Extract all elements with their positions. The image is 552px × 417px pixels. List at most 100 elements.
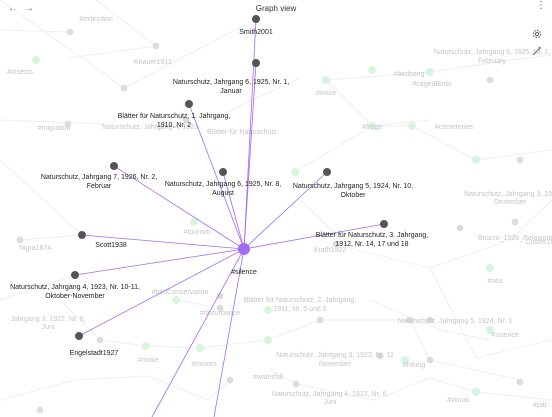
background-edge <box>267 319 321 341</box>
connected-node-label: Naturschutz, Jahrgang 4, 1923, Nr. 10-11… <box>10 284 140 300</box>
connected-node[interactable] <box>252 15 260 23</box>
background-edge <box>147 375 209 401</box>
background-node[interactable] <box>96 336 104 344</box>
background-edge <box>0 159 83 236</box>
connected-node-label-line: August <box>212 190 234 197</box>
connected-node-label-line: Naturschutz, Jahrgang 6, 1925, Nr. 1, <box>173 79 289 86</box>
background-edge <box>123 18 257 89</box>
background-node[interactable] <box>322 76 330 84</box>
connected-node[interactable] <box>380 220 388 228</box>
background-node[interactable] <box>456 224 464 232</box>
background-node[interactable] <box>426 68 434 76</box>
connected-node-label-line: Oktober <box>341 192 367 199</box>
background-label-line: Knauer1912 <box>134 59 172 66</box>
connected-node-label-line: Oktober-November <box>45 293 105 300</box>
background-node[interactable] <box>264 336 272 344</box>
background-label-line: #waterfall <box>253 374 283 381</box>
background-node[interactable] <box>264 306 272 314</box>
background-edges <box>0 0 552 401</box>
background-edge <box>411 125 477 161</box>
connected-node[interactable] <box>323 168 331 176</box>
connected-node-label-line: Scott1938 <box>95 242 127 249</box>
background-node[interactable] <box>486 264 494 272</box>
background-label: Knauer1912 <box>134 59 172 66</box>
connected-node-label-line: Naturschutz, Jahrgang 7, 1926, Nr. 2, <box>41 174 157 181</box>
background-label-line: November <box>319 361 352 368</box>
background-label-line: #cemeteries <box>435 124 474 131</box>
connected-node-label-line: Naturschutz, Jahrgang 6, 1925, Nr. 8, <box>165 181 281 188</box>
background-node[interactable] <box>32 56 40 64</box>
background-node[interactable] <box>472 388 480 396</box>
background-node[interactable] <box>142 342 150 350</box>
background-label: Dezember <box>494 199 527 206</box>
background-node[interactable] <box>16 236 24 244</box>
connected-node[interactable] <box>75 332 83 340</box>
background-node[interactable] <box>516 156 524 164</box>
connected-node-label-line: Blätter für Naturschutz, 3. Jahrgang, <box>316 232 428 239</box>
background-label: #science <box>491 332 519 339</box>
graph-canvas[interactable]: #extinction Knauer1912 Naturschutz, Jahrga… <box>0 0 552 417</box>
background-label-line: 1911, Nr. 5 und 6 <box>273 306 326 313</box>
background-label: #waterfall <box>253 374 283 381</box>
connected-node[interactable] <box>110 162 118 170</box>
background-node[interactable] <box>368 66 376 74</box>
background-label: #noise <box>138 357 159 364</box>
background-label-line: #sea <box>487 278 502 285</box>
connected-node[interactable] <box>78 231 86 239</box>
background-label: Custer18 <box>526 239 552 246</box>
background-node[interactable] <box>66 28 74 36</box>
connected-node[interactable] <box>185 100 193 108</box>
connected-node-label: Naturschutz, Jahrgang 6, 1925, Nr. 1, Jan… <box>173 79 289 95</box>
background-edge <box>175 299 221 309</box>
background-edge <box>199 339 269 349</box>
background-node[interactable] <box>196 344 204 352</box>
background-node[interactable] <box>472 156 480 164</box>
background-node[interactable] <box>316 316 324 324</box>
background-edge <box>429 267 477 359</box>
background-node[interactable] <box>292 380 300 388</box>
background-node[interactable] <box>291 168 299 176</box>
background-node[interactable] <box>486 76 494 84</box>
background-label: #visual <box>447 397 469 404</box>
background-node[interactable] <box>426 356 434 364</box>
background-node[interactable] <box>172 296 180 304</box>
background-label: #par <box>533 402 548 409</box>
background-node[interactable] <box>152 42 160 50</box>
connected-node-label: Engelstadt1927 <box>70 350 119 357</box>
background-label-line: Nigra1874 <box>19 245 51 252</box>
background-label: #cemeteries <box>435 124 474 131</box>
background-label-line: Naturschutz, Jahrgang 3, 1922, Nr. 11 <box>276 352 394 359</box>
background-edge <box>475 149 552 161</box>
background-node[interactable] <box>511 218 519 226</box>
background-label-line: #disturbance <box>200 310 240 317</box>
background-node[interactable] <box>226 376 234 384</box>
connected-node[interactable] <box>71 271 79 279</box>
background-node[interactable] <box>36 406 44 414</box>
connected-node-label-line: Smith2001 <box>239 29 273 36</box>
background-label-line: Juni <box>324 399 337 406</box>
background-label: #sea <box>487 278 502 285</box>
background-node[interactable] <box>516 378 524 386</box>
background-edge <box>0 119 105 125</box>
background-label-line: #hiking <box>403 362 425 369</box>
background-label: Krafft1922 <box>314 247 346 254</box>
background-label-line: February <box>478 58 507 65</box>
connected-node-label: Smith2001 <box>239 29 273 36</box>
connected-node[interactable] <box>252 59 260 67</box>
background-label: Blätter für Naturschutz <box>207 129 277 136</box>
connected-node-label-line: 1910, Nr. 2 <box>157 122 191 129</box>
background-label-line: Naturschutz, Jahrgang 4, 1923, Nr. 6, <box>272 391 388 398</box>
background-label: Juni <box>42 324 55 331</box>
background-label-line: #extinction <box>79 16 113 23</box>
connected-node[interactable] <box>219 168 227 176</box>
background-edge <box>369 299 441 331</box>
background-label: #disturbance <box>200 310 240 317</box>
background-label-line: #birdConservation <box>152 289 209 296</box>
background-label-line: #cagedBirds <box>413 81 452 88</box>
background-label-line: Custer18 <box>526 239 552 246</box>
connected-node-label: Naturschutz, Jahrgang 6, 1925, Nr. 8, Aug… <box>165 181 281 197</box>
center-node[interactable] <box>238 243 250 255</box>
background-node[interactable] <box>408 122 416 130</box>
background-label-line: #frogs <box>362 124 382 131</box>
background-node[interactable] <box>120 84 128 92</box>
